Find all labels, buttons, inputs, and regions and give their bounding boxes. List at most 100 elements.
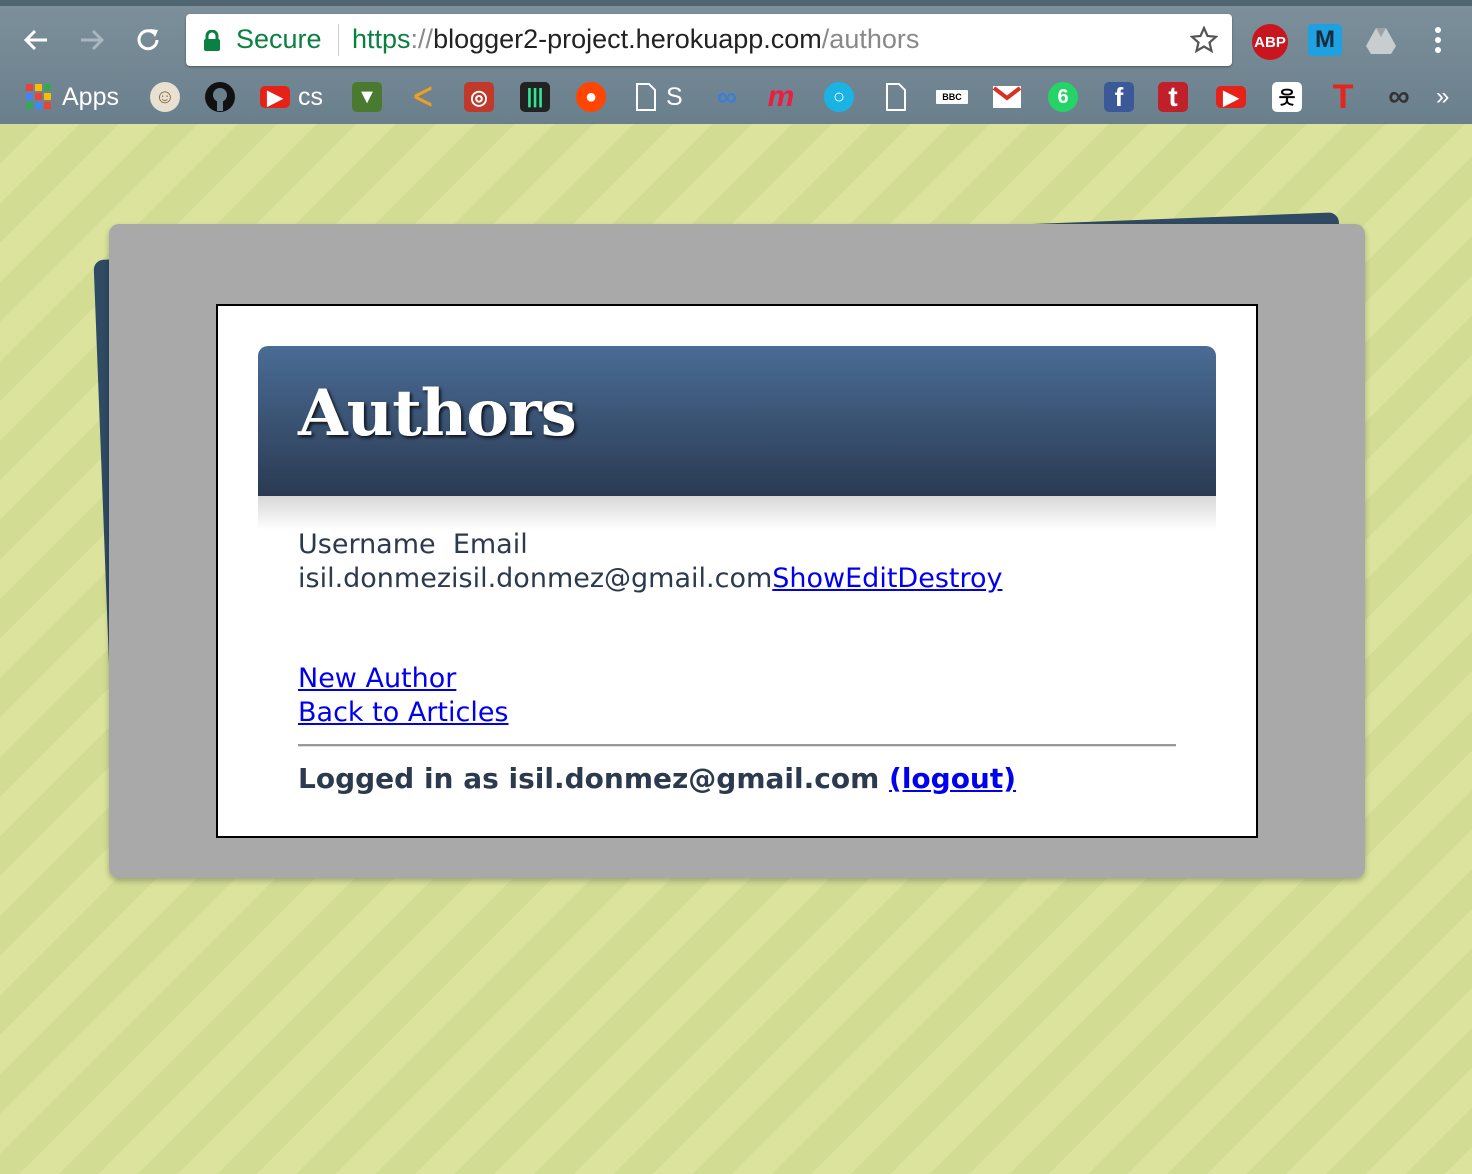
m-extension-label: M [1315, 26, 1335, 53]
url-host: blogger2-project.herokuapp.com [433, 24, 822, 54]
bookmark-youtube-cs[interactable]: ▶ cs [260, 80, 323, 114]
bookmark-star-icon[interactable] [1190, 26, 1218, 54]
bookmark-green-shield[interactable]: ▼ [352, 80, 382, 114]
bookmark-apps[interactable]: Apps [24, 80, 119, 114]
page-title: Authors [298, 376, 577, 451]
omnibox-divider [338, 24, 339, 56]
bookmarks-overflow[interactable]: » [1436, 80, 1449, 114]
back-to-articles-link[interactable]: Back to Articles [298, 697, 509, 728]
bookmark-reddit[interactable]: ● [576, 80, 606, 114]
bookmark-whatsapp[interactable]: 6 [1048, 80, 1078, 114]
youtube-icon: ▶ [260, 86, 290, 109]
new-author-link[interactable]: New Author [298, 663, 456, 694]
reload-button[interactable] [130, 22, 166, 58]
bookmark-circle[interactable]: ○ [824, 80, 854, 114]
m-extension-icon[interactable]: M [1308, 24, 1342, 56]
cell-username: isil.donmez [298, 563, 452, 594]
bookmark-red-T[interactable]: T [1328, 78, 1358, 116]
bookmark-youtube[interactable]: ▶ [1216, 80, 1246, 114]
adblock-label: ABP [1254, 33, 1286, 51]
authors-table: Username Email isil.donmezisil.donmez@gm… [298, 528, 1002, 596]
viking-icon: ☺ [150, 82, 180, 112]
reload-icon [137, 29, 159, 51]
column-header-email: Email [452, 529, 528, 560]
table-row: isil.donmezisil.donmez@gmail.comShowEdit… [298, 562, 1002, 596]
red-t-icon: T [1328, 78, 1358, 116]
bookmark-apps-label: Apps [62, 82, 119, 111]
whatsapp-icon: 6 [1048, 82, 1078, 112]
cell-email: isil.donmez@gmail.com [451, 563, 773, 594]
bookmark-facebook[interactable]: f [1104, 80, 1134, 114]
forward-arrow-icon [81, 29, 105, 51]
people-icon: 웃 [1272, 82, 1302, 112]
bookmark-leetcode[interactable]: ᐸ [408, 80, 438, 114]
menu-dots-icon[interactable] [1426, 24, 1450, 56]
bookmark-page[interactable] [884, 80, 908, 114]
edit-link[interactable]: Edit [845, 563, 897, 594]
bars-icon: ||| [520, 82, 550, 112]
t-icon: t [1158, 81, 1188, 112]
header-shadow [258, 496, 1216, 530]
infinity-dark-icon: ∞ [1388, 80, 1410, 113]
t-label: t [1168, 81, 1178, 112]
chevron-right-icon: » [1436, 83, 1450, 110]
url-separator: :// [410, 24, 434, 54]
ring-icon: ○ [824, 82, 854, 112]
facebook-label: f [1114, 81, 1124, 112]
youtube-icon: ▶ [1216, 86, 1246, 109]
lock-icon [204, 30, 220, 51]
page-icon [886, 83, 906, 111]
leetcode-icon: ᐸ [413, 81, 433, 112]
bookmark-s-label: S [666, 82, 683, 111]
whatsapp-badge: 6 [1057, 85, 1069, 108]
bookmark-viking[interactable]: ☺ [150, 80, 180, 114]
bookmark-github[interactable] [204, 80, 236, 114]
back-button[interactable] [18, 22, 54, 58]
forward-button[interactable] [74, 22, 110, 58]
github-icon [205, 82, 235, 112]
page-icon [636, 83, 656, 111]
address-bar[interactable]: Secure https://blogger2-project.herokuap… [186, 14, 1232, 66]
bbc-label: BBC [942, 92, 962, 102]
destroy-link[interactable]: Destroy [897, 563, 1002, 594]
red-t-label: T [1332, 77, 1354, 116]
reddit-icon: ● [576, 82, 606, 112]
column-header-username: Username [298, 529, 436, 560]
browser-chrome: Secure https://blogger2-project.herokuap… [0, 0, 1472, 125]
green-badge-icon: ▼ [352, 82, 382, 112]
bookmark-s[interactable]: S [634, 80, 683, 114]
bookmark-meetup[interactable]: m [766, 80, 796, 114]
bbc-icon: BBC [936, 90, 968, 104]
logged-in-text: Logged in as isil.donmez@gmail.com [298, 762, 880, 795]
table-header-row: Username Email [298, 528, 1002, 562]
bookmark-gmail[interactable] [992, 80, 1022, 114]
url-scheme: https [352, 24, 411, 54]
bookmark-cs-label: cs [298, 82, 323, 111]
bookmark-bars[interactable]: ||| [520, 80, 550, 114]
page-links: New Author Back to Articles [298, 662, 509, 730]
tab-strip [0, 0, 1472, 6]
apps-grid-icon [26, 84, 51, 109]
show-link[interactable]: Show [772, 563, 845, 594]
content-card: Authors Username Email isil.donmezisil.d… [216, 304, 1258, 838]
gmail-icon [992, 86, 1022, 108]
url-path: /authors [821, 24, 920, 54]
infinity-blue-icon: ∞ [717, 81, 737, 112]
bookmark-infinity-dark[interactable]: ∞ [1384, 80, 1414, 114]
secure-label: Secure [236, 24, 322, 54]
divider [298, 744, 1176, 747]
url-text[interactable]: https://blogger2-project.herokuapp.com/a… [352, 24, 919, 55]
bookmarks-bar: Apps ☺ ▶ cs ▼ ᐸ ◎ ||| ● S ∞ m ○ BBC 6 f … [0, 74, 1472, 120]
adblock-plus-icon[interactable]: ABP [1252, 24, 1288, 60]
bookmark-speakerdeck[interactable]: ◎ [464, 80, 494, 114]
bookmark-tumblr-t[interactable]: t [1158, 80, 1188, 114]
bookmark-people[interactable]: 웃 [1272, 80, 1302, 114]
facebook-icon: f [1104, 82, 1134, 112]
google-drive-icon[interactable] [1364, 24, 1398, 56]
back-arrow-icon [23, 29, 47, 51]
bookmark-infinity-blue[interactable]: ∞ [712, 80, 742, 114]
logout-link[interactable]: (logout) [889, 762, 1016, 795]
page-header: Authors [258, 346, 1216, 496]
spiral-icon: ◎ [464, 82, 494, 112]
bookmark-bbc[interactable]: BBC [936, 80, 968, 114]
